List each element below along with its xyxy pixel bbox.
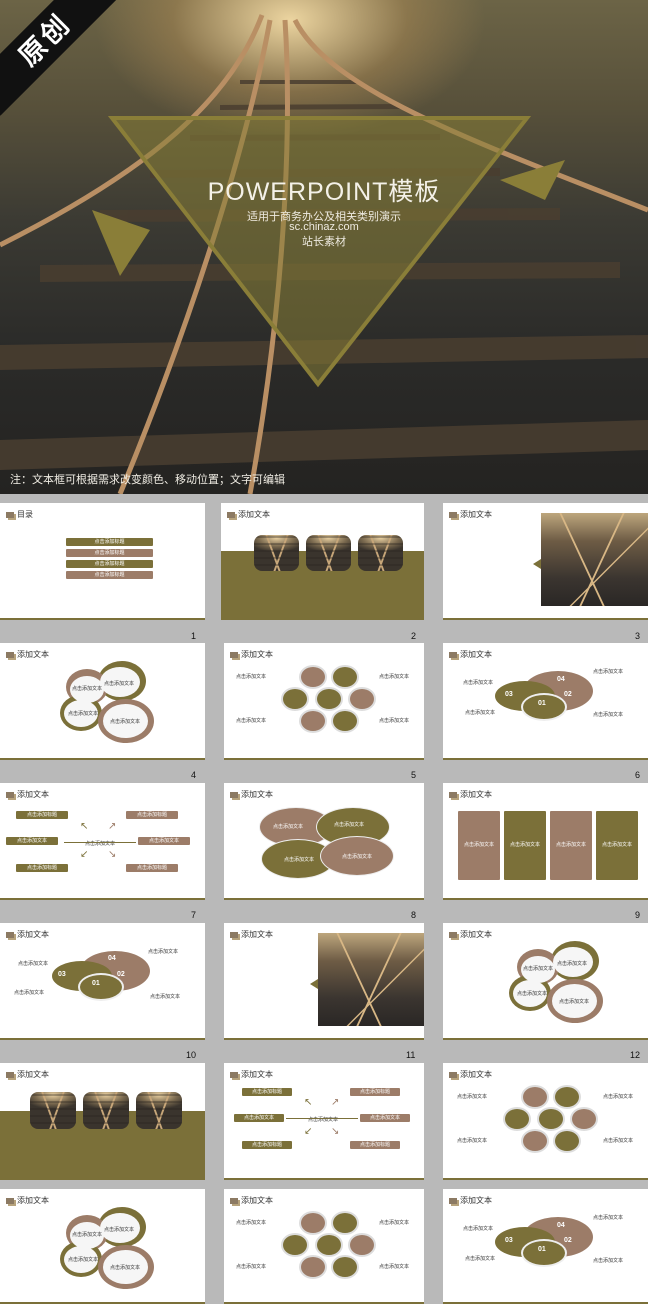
thumb-slide-9[interactable]: 添加文本 点击添加文本 点击添加文本 点击添加文本 点击添加文本 [443,783,648,900]
slide-header: 添加文本 [230,1069,273,1080]
cover-url: sc.chinaz.com [289,221,359,233]
slide-header: 添加文本 [6,789,49,800]
slide-header: 目录 [6,509,33,520]
slide-header: 添加文本 [227,509,270,520]
thumb-slide-14[interactable]: 添加文本 点击添加标题 点击添加标题 点击添加文本 点击添加文本 点击添加标题 … [224,1063,424,1180]
thumb-slide-17[interactable]: 添加文本 点击添加文本 点击添加文本 点击添加文本 点击添加文本 [224,1189,424,1304]
slide-header: 添加文本 [6,929,49,940]
slide-header: 添加文本 [449,1195,492,1206]
slide-number: 9 [635,910,641,920]
thumb-slide-6[interactable]: 添加文本 03 01 02 04 点击添加文本 点击添加文本 点击添加文本 点击… [443,643,648,760]
slide-header: 添加文本 [230,649,273,660]
slide-header: 添加文本 [6,649,49,660]
slide-number: 8 [411,910,417,920]
hero-cover-slide: 原创 POWERPOINT模板 适用于商务办公及相关类别演示 sc.chinaz… [0,0,648,494]
thumb-slide-15[interactable]: 添加文本 点击添加文本 点击添加文本 点击添加文本 点击添加文本 [443,1063,648,1180]
slide-header: 添加文本 [449,789,492,800]
cover-title: POWERPOINT模板 [207,178,441,206]
thumb-slide-5[interactable]: 添加文本 点击添加文本 点击添加文本 点击添加文本 点击添加文本 [224,643,424,760]
thumb-slide-12[interactable]: 添加文本 点击添加文本 点击添加文本 点击添加文本 点击添加文本 [443,923,648,1040]
slide-header: 添加文本 [230,1195,273,1206]
thumb-slide-18[interactable]: 添加文本 03 01 02 04 点击添加文本 点击添加文本 点击添加文本 点击… [443,1189,648,1304]
slide-number: 12 [630,1050,641,1060]
slide-header: 添加文本 [449,509,492,520]
slide-number: 4 [191,770,197,780]
thumb-slide-10[interactable]: 添加文本 03 01 02 04 点击添加文本 点击添加文本 点击添加文本 点击… [0,923,205,1040]
toc-item: 点击添加标题 [66,571,153,579]
thumb-slide-16[interactable]: 添加文本 点击添加文本 点击添加文本 点击添加文本 点击添加文本 [0,1189,205,1304]
slide-number: 10 [186,1050,197,1060]
toc-item: 点击添加标题 [66,538,153,546]
slide-header: 添加文本 [6,1069,49,1080]
toc-item: 点击添加标题 [66,560,153,568]
thumb-slide-3[interactable]: 添加文本 [443,503,648,620]
slide-number: 3 [635,631,641,641]
slide-header: 添加文本 [230,929,273,940]
slide-header: 添加文本 [449,929,492,940]
toc-item: 点击添加标题 [66,549,153,557]
slide-header: 添加文本 [6,1195,49,1206]
thumb-slide-8[interactable]: 添加文本 点击添加文本 点击添加文本 点击添加文本 点击添加文本 [224,783,424,900]
slide-number: 7 [191,910,197,920]
thumb-slide-11[interactable]: 添加文本 [224,923,424,1040]
slide-number: 5 [411,770,417,780]
cover-note: 注：文本框可根据需求改变颜色、移动位置；文字可编辑 [10,474,285,486]
slide-number: 6 [635,770,641,780]
slide-header: 添加文本 [449,1069,492,1080]
thumb-slide-2[interactable]: 添加文本 [221,503,424,620]
slide-number: 11 [406,1050,416,1060]
slide-header: 添加文本 [230,789,273,800]
thumb-slide-7[interactable]: 添加文本 点击添加标题 点击添加标题 点击添加文本 点击添加文本 点击添加标题 … [0,783,205,900]
thumb-slide-13[interactable]: 添加文本 [0,1063,205,1180]
thumb-slide-4[interactable]: 添加文本 点击添加文本 点击添加文本 点击添加文本 点击添加文本 [0,643,205,760]
slide-header: 添加文本 [449,649,492,660]
thumb-slide-1[interactable]: 目录 点击添加标题 点击添加标题 点击添加标题 点击添加标题 [0,503,205,620]
slide-number: 1 [191,631,197,641]
cover-brand: 站长素材 [302,236,346,248]
slide-number: 2 [411,631,417,641]
